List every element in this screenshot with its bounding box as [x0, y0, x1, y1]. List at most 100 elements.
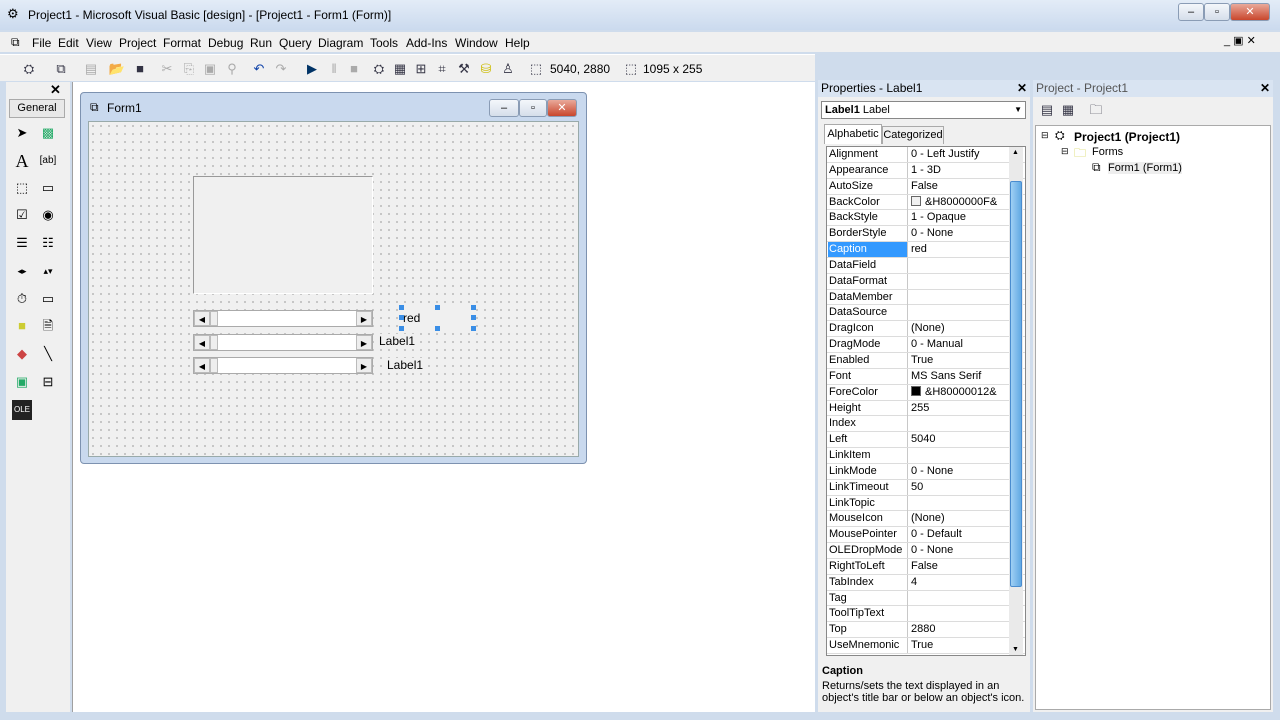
property-row[interactable]: LinkMode 0 - None — [827, 463, 1025, 480]
property-value[interactable]: 0 - None — [910, 464, 1010, 479]
shape-tool-icon[interactable]: ◆ — [12, 344, 32, 364]
scroll-down-arrow-icon[interactable]: ▼ — [1012, 646, 1019, 653]
property-value[interactable]: (None) — [910, 511, 1010, 526]
mdi-minimize-button[interactable]: _ ▣ ✕ — [1224, 34, 1256, 47]
copy-icon[interactable]: ⎘ — [180, 60, 198, 78]
project-explorer-icon[interactable]: ⛭ — [370, 60, 388, 78]
scroll-thumb[interactable] — [1010, 181, 1022, 587]
property-row[interactable]: ForeColor &H80000012& — [827, 384, 1025, 401]
view-code-icon[interactable]: ▤ — [1038, 101, 1056, 119]
menu-add-ins[interactable]: Add-Ins — [406, 36, 447, 50]
filelistbox-tool-icon[interactable]: 🗎 — [38, 316, 58, 336]
image-tool-icon[interactable]: ▣ — [12, 372, 32, 392]
toggle-folders-icon[interactable]: 🗀 — [1087, 101, 1105, 119]
scroll-left-arrow-icon[interactable]: ◀ — [194, 335, 210, 350]
minimize-button[interactable]: – — [1178, 3, 1204, 21]
line-tool-icon[interactable]: ╲ — [38, 344, 58, 364]
view-object-icon[interactable]: ▦ — [1059, 101, 1077, 119]
property-row[interactable]: BorderStyle 0 - None — [827, 226, 1025, 243]
resize-handle[interactable] — [471, 326, 476, 331]
property-value[interactable]: True — [910, 638, 1010, 653]
property-row[interactable]: Alignment 0 - Left Justify — [827, 147, 1025, 163]
scroll-right-arrow-icon[interactable]: ▶ — [356, 358, 372, 373]
property-row[interactable]: DragMode 0 - Manual — [827, 337, 1025, 353]
menu-query[interactable]: Query — [279, 36, 312, 50]
property-row[interactable]: Appearance 1 - 3D — [827, 162, 1025, 179]
maximize-button[interactable]: ▫ — [1204, 3, 1230, 21]
add-project-icon[interactable]: ⛭ — [20, 60, 38, 78]
property-value[interactable]: 0 - Manual — [910, 337, 1010, 352]
label-blue[interactable]: Label1 — [385, 358, 426, 372]
form-close-button[interactable]: ✕ — [547, 99, 577, 117]
object-browser-icon[interactable]: ⌗ — [433, 60, 451, 78]
resize-handle[interactable] — [435, 326, 440, 331]
property-row[interactable]: MousePointer 0 - Default — [827, 527, 1025, 544]
property-value[interactable]: True — [910, 353, 1010, 368]
picturebox-tool-icon[interactable]: ▩ — [38, 123, 58, 143]
property-row[interactable]: BackColor &H8000000F& — [827, 194, 1025, 211]
property-row[interactable]: LinkTimeout 50 — [827, 479, 1025, 496]
property-row[interactable]: OLEDropMode 0 - None — [827, 543, 1025, 559]
menu-debug[interactable]: Debug — [208, 36, 243, 50]
menu-run[interactable]: Run — [250, 36, 272, 50]
property-value[interactable]: red — [910, 242, 1010, 257]
toolbox-tab-general[interactable]: General — [9, 99, 65, 118]
property-row[interactable]: DataFormat — [827, 273, 1025, 290]
scroll-left-arrow-icon[interactable]: ◀ — [194, 311, 210, 326]
data-tool-icon[interactable]: ⊟ — [38, 372, 58, 392]
property-row[interactable]: Tag — [827, 590, 1025, 607]
scroll-thumb[interactable] — [210, 358, 218, 373]
hscrollbar-red[interactable]: ◀ ▶ — [193, 310, 373, 327]
data-view-icon[interactable]: ⛁ — [477, 60, 495, 78]
save-icon[interactable]: ■ — [131, 60, 149, 78]
drivelistbox-tool-icon[interactable]: ▭ — [38, 289, 58, 309]
add-form-icon[interactable]: ⧉ — [52, 60, 70, 78]
property-value[interactable]: 255 — [910, 401, 1010, 416]
label-red-selected[interactable]: red — [399, 305, 476, 331]
property-value[interactable]: &H80000012& — [910, 385, 1010, 400]
menu-editor-icon[interactable]: ▤ — [82, 60, 100, 78]
property-row[interactable]: DataMember — [827, 289, 1025, 306]
combobox-tool-icon[interactable]: ☰ — [12, 233, 32, 253]
property-row[interactable]: RightToLeft False — [827, 558, 1025, 575]
property-row[interactable]: TabIndex 4 — [827, 574, 1025, 591]
property-row[interactable]: DragIcon (None) — [827, 321, 1025, 338]
property-value[interactable]: MS Sans Serif — [910, 369, 1010, 384]
redo-icon[interactable]: ↷ — [272, 60, 290, 78]
toolbox-close-icon[interactable]: ✕ — [50, 82, 61, 98]
property-value[interactable]: 1 - 3D — [910, 163, 1010, 178]
menu-file[interactable]: File — [32, 36, 51, 50]
property-value[interactable]: 0 - Left Justify — [910, 147, 1010, 162]
scroll-thumb[interactable] — [210, 335, 218, 350]
property-value[interactable]: 1 - Opaque — [910, 210, 1010, 225]
property-value[interactable]: False — [910, 179, 1010, 194]
listbox-tool-icon[interactable]: ☷ — [38, 233, 58, 253]
project-close-icon[interactable]: ✕ — [1260, 81, 1270, 95]
resize-handle[interactable] — [471, 305, 476, 310]
property-row[interactable]: Top 2880 — [827, 622, 1025, 639]
property-row[interactable]: DataField — [827, 257, 1025, 274]
property-row[interactable]: Caption red — [827, 242, 1025, 258]
scroll-right-arrow-icon[interactable]: ▶ — [356, 335, 372, 350]
property-value[interactable]: 5040 — [910, 432, 1010, 447]
scroll-up-arrow-icon[interactable]: ▲ — [1012, 149, 1019, 156]
tree-forms-folder[interactable]: Forms — [1092, 146, 1123, 158]
resize-handle[interactable] — [435, 305, 440, 310]
form-designer-window[interactable]: ⧉ Form1 – ▫ ✕ ◀ ▶ ◀ ▶ ◀ ▶ red Label1 Label1 — [80, 92, 587, 464]
picturebox-control[interactable] — [193, 176, 373, 294]
tab-alphabetic[interactable]: Alphabetic — [824, 124, 882, 144]
tree-form1[interactable]: Form1 (Form1) — [1108, 162, 1182, 174]
property-row[interactable]: ToolTipText — [827, 606, 1025, 623]
menu-project[interactable]: Project — [119, 36, 156, 50]
undo-icon[interactable]: ↶ — [250, 60, 268, 78]
property-value[interactable]: 0 - None — [910, 543, 1010, 558]
form-canvas[interactable]: ◀ ▶ ◀ ▶ ◀ ▶ red Label1 Label1 — [88, 121, 579, 457]
property-value[interactable]: 2880 — [910, 622, 1010, 637]
scroll-left-arrow-icon[interactable]: ◀ — [194, 358, 210, 373]
property-row[interactable]: Height 255 — [827, 400, 1025, 417]
close-button[interactable]: ✕ — [1230, 3, 1270, 21]
cut-icon[interactable]: ✂ — [158, 60, 176, 78]
property-row[interactable]: MouseIcon (None) — [827, 511, 1025, 528]
properties-window-icon[interactable]: ▦ — [391, 60, 409, 78]
collapse-icon[interactable]: ⊟ — [1061, 146, 1069, 157]
